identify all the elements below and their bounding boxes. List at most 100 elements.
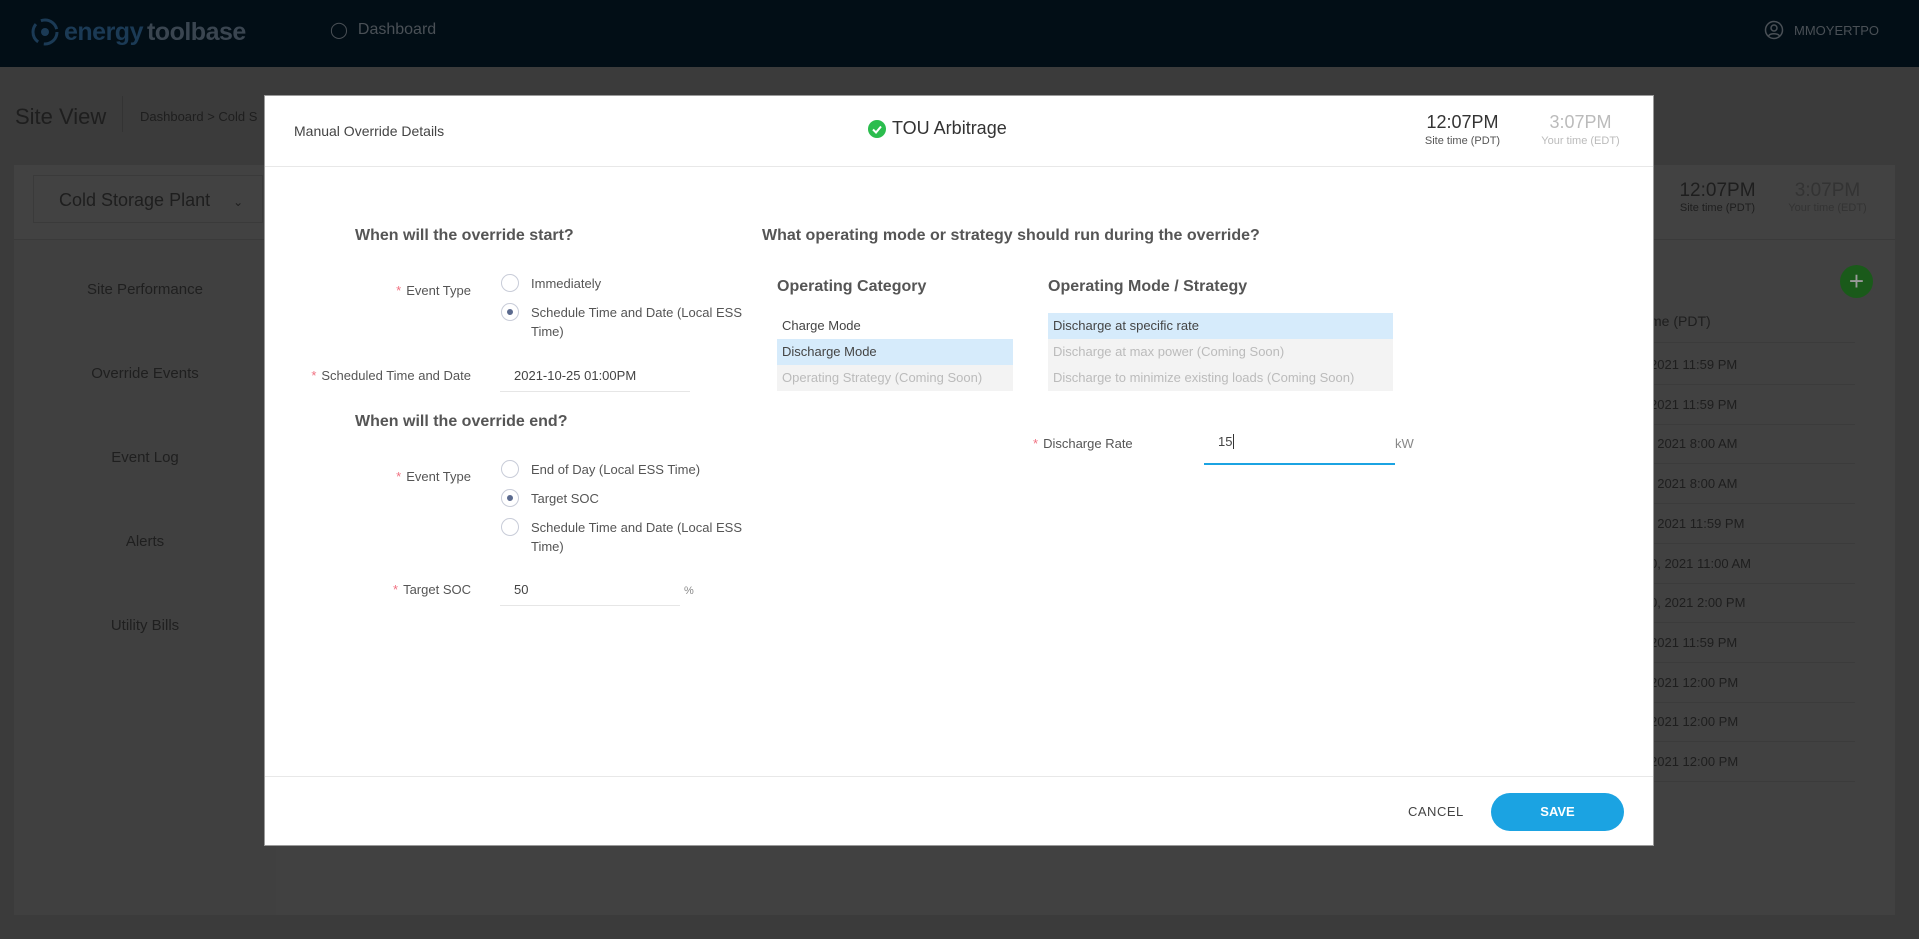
bg-your-time-label: Your time (EDT) [1788,202,1867,214]
radio-circle [501,274,519,292]
site-select[interactable]: Cold Storage Plant ⌄ [33,175,263,223]
sidebar-item-site-performance[interactable]: Site Performance [14,281,276,298]
site-time-label: Site time (PDT) [1424,135,1501,147]
sidebar-item-utility-bills[interactable]: Utility Bills [14,617,276,634]
speedometer-icon: ◯ [330,22,348,39]
plus-icon: + [1848,266,1865,296]
site-time: 12:07PM Site time (PDT) [1405,112,1520,147]
scheduled-time-input[interactable]: 2021-10-25 01:00PM [500,368,690,392]
nav-dashboard[interactable]: ◯ Dashboard [330,20,436,40]
bg-site-time: 12:07PM Site time (PDT) [1660,180,1775,214]
bg-site-time-label: Site time (PDT) [1679,202,1756,214]
discharge-rate-value: 15 [1218,434,1233,449]
radio-end-scheduled[interactable]: Schedule Time and Date (Local ESS Time) [501,518,751,556]
table-row[interactable]: 0, 2021 2:00 PM [1620,583,1855,624]
table-row[interactable]: 2021 12:00 PM [1620,702,1855,743]
category-operating-strategy: Operating Strategy (Coming Soon) [777,365,1013,391]
target-soc-input[interactable]: 50 [500,582,680,606]
logo-icon [31,18,59,46]
table-row[interactable]: 2021 11:59 PM [1620,345,1855,385]
radio-end-of-day[interactable]: End of Day (Local ESS Time) [501,460,751,479]
radio-start-scheduled[interactable]: Schedule Time and Date (Local ESS Time) [501,303,751,341]
divider [122,96,123,132]
top-nav-bar: energy toolbase ◯ Dashboard MMOYERTPO [0,0,1919,67]
strategy-list: Discharge at specific rate Discharge at … [1048,313,1393,391]
manual-override-modal: Manual Override Details TOU Arbitrage 12… [264,95,1654,846]
radio-label: End of Day (Local ESS Time) [531,462,701,477]
label-text: Target SOC [403,582,471,597]
radio-circle-selected [501,489,519,507]
radio-label: Immediately [531,276,602,291]
username: MMOYERTPO [1794,22,1879,38]
strategy-discharge-max-power: Discharge at max power (Coming Soon) [1048,339,1393,365]
radio-circle [501,460,519,478]
radio-label: Target SOC [531,491,599,506]
end-event-type-label: * Event Type [396,469,471,484]
discharge-rate-input[interactable]: 15​ [1204,434,1395,465]
radio-label: Schedule Time and Date (Local ESS Time) [531,305,743,339]
category-heading: Operating Category [777,278,927,295]
radio-end-target-soc[interactable]: Target SOC [501,489,751,508]
your-time-label: Your time (EDT) [1541,135,1620,147]
add-override-button[interactable]: + [1840,265,1873,298]
category-list: Charge Mode Discharge Mode Operating Str… [777,313,1013,391]
strategy-heading: Operating Mode / Strategy [1048,278,1248,295]
table-row[interactable]: , 2021 11:59 PM [1620,504,1855,544]
category-discharge-mode[interactable]: Discharge Mode [777,339,1013,365]
target-soc-unit: % [684,585,694,597]
label-text: Event Type [406,283,471,298]
label-text: Discharge Rate [1043,436,1133,451]
scheduled-time-label: * Scheduled Time and Date [311,368,471,383]
logo[interactable]: energy toolbase [30,12,246,52]
table-row[interactable]: 2021 11:59 PM [1620,623,1855,663]
your-time: 3:07PM Your time (EDT) [1523,112,1638,147]
label-text: Event Type [406,469,471,484]
user-icon [1764,20,1784,40]
discharge-rate-label: * Discharge Rate [1033,436,1133,451]
page-title: Site View [15,104,107,129]
radio-label: Schedule Time and Date (Local ESS Time) [531,520,743,554]
table-row[interactable]: 2021 12:00 PM [1620,742,1855,782]
end-heading: When will the override end? [355,413,568,430]
label-text: Scheduled Time and Date [321,368,471,383]
sidebar-item-alerts[interactable]: Alerts [14,533,276,550]
table-row[interactable]: , 2021 8:00 AM [1620,464,1855,505]
your-time-value: 3:07PM [1549,112,1612,132]
category-charge-mode[interactable]: Charge Mode [777,313,1013,339]
radio-circle [501,518,519,536]
bg-site-time-value: 12:07PM [1679,180,1756,201]
radio-circle-selected [501,303,519,321]
strategy-name: TOU Arbitrage [892,118,1007,138]
nav-dashboard-label: Dashboard [357,21,437,38]
bg-your-time: 3:07PM Your time (EDT) [1770,180,1885,214]
start-event-type-label: * Event Type [396,283,471,298]
radio-start-immediately[interactable]: Immediately [501,274,751,293]
strategy-discharge-specific-rate[interactable]: Discharge at specific rate [1048,313,1393,339]
site-select-value: Cold Storage Plant [59,190,211,210]
sidebar-item-override-events[interactable]: Override Events [14,365,276,382]
table-row[interactable]: 2021 12:00 PM [1620,663,1855,703]
sidebar-item-event-log[interactable]: Event Log [14,449,276,466]
chevron-down-icon: ⌄ [233,195,244,209]
cancel-button[interactable]: CANCEL [1408,804,1464,819]
check-circle-icon [868,119,886,138]
start-heading: When will the override start? [355,227,574,244]
table-row[interactable]: 2021 11:59 PM [1620,385,1855,425]
table-row[interactable]: 0, 2021 11:00 AM [1620,544,1855,584]
footer-divider [265,776,1653,777]
discharge-rate-unit: kW [1395,436,1414,451]
bg-your-time-value: 3:07PM [1794,180,1861,201]
modal-title: Manual Override Details [294,123,445,139]
target-soc-label: * Target SOC [393,582,471,597]
logo-text-toolbase: toolbase [146,17,246,46]
strategy-status: TOU Arbitrage [868,118,1007,139]
mode-heading: What operating mode or strategy should r… [762,227,1260,244]
table-row[interactable]: , 2021 8:00 AM [1620,424,1855,465]
breadcrumb[interactable]: Dashboard > Cold S [140,109,257,124]
logo-text-energy: energy [64,17,143,46]
save-button[interactable]: SAVE [1491,793,1624,831]
site-time-value: 12:07PM [1426,112,1499,132]
strategy-discharge-minimize-loads: Discharge to minimize existing loads (Co… [1048,365,1393,391]
text-cursor: ​ [1233,434,1235,449]
user-menu[interactable]: MMOYERTPO [1764,20,1879,40]
